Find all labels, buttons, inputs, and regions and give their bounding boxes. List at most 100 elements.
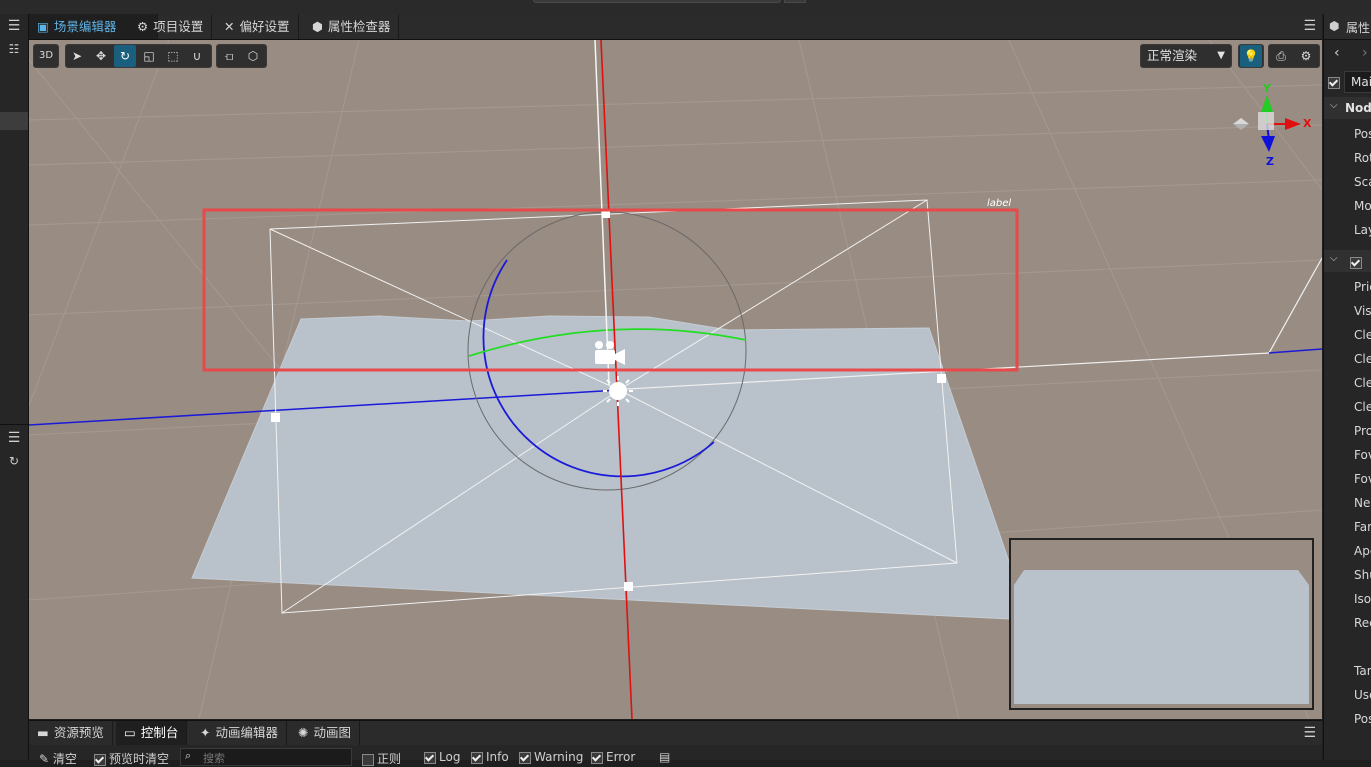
tab-project-settings[interactable]: ⚙ 项目设置 (129, 14, 213, 39)
tab-preferences[interactable]: ✕ 偏好设置 (216, 14, 299, 39)
menu-icon[interactable]: ☰ (1303, 725, 1316, 741)
toggle-3d-button[interactable]: 3D (35, 45, 57, 67)
lighting-toggle-group: 💡 (1238, 44, 1264, 68)
property-postprocess: Pos (1354, 712, 1371, 726)
camera-enabled-checkbox[interactable] (1350, 256, 1362, 269)
node-enabled-checkbox[interactable] (1328, 76, 1340, 89)
camera-section-header[interactable]: ⌵ (1324, 250, 1371, 272)
broom-icon: ✎ (39, 752, 50, 766)
property-clear-color: Cle (1354, 352, 1371, 366)
checkbox[interactable] (471, 751, 483, 764)
log-filter-toggle[interactable]: Log (424, 750, 460, 764)
frustum-handle[interactable] (937, 374, 946, 383)
transform-tools-group: ➤ ✥ ↻ ◱ ⬚ ∪ (65, 44, 212, 68)
property-aperture: Ape (1354, 544, 1371, 558)
snap-tool-icon[interactable]: ∪ (186, 45, 208, 67)
tab-animation-graph[interactable]: ✺ 动画图 (290, 721, 360, 745)
property-far: Far (1354, 520, 1371, 534)
pivot-tools-group: ⟤ ⬡ (216, 44, 267, 68)
property-rotation: Rot (1354, 151, 1371, 165)
camera-icon[interactable]: ⎙ (1270, 45, 1292, 67)
property-layer: Lay (1354, 223, 1371, 237)
title-button[interactable] (784, 0, 806, 3)
property-mobility: Mol (1354, 199, 1371, 213)
scene-canvas[interactable]: label Y X Z (29, 40, 1322, 719)
cube-icon: ⬢ (312, 19, 323, 34)
open-log-icon[interactable]: ▤ (659, 750, 670, 764)
run-icon: ✦ (200, 725, 211, 740)
camera-preview-window[interactable] (1009, 538, 1314, 710)
property-fov-axis: Fov (1354, 448, 1371, 462)
back-arrow-icon[interactable]: ‹ (1334, 45, 1340, 61)
tab-animation-editor[interactable]: ✦ 动画编辑器 (192, 721, 287, 745)
property-clear-flags: Cle (1354, 328, 1371, 342)
menu-icon[interactable]: ☰ (1303, 18, 1316, 34)
property-target-texture: Tarc (1354, 664, 1371, 678)
property-iso: Iso (1354, 592, 1371, 606)
chevron-down-icon: ⌵ (1330, 100, 1338, 111)
property-projection: Pro (1354, 424, 1371, 438)
search-input[interactable]: ⌕ 搜索 (180, 748, 352, 766)
tab-console[interactable]: ▭ 控制台 (116, 721, 188, 745)
z-axis-line (1268, 348, 1322, 354)
title-search-box[interactable] (533, 0, 781, 3)
inspector-tab[interactable]: ⬢ 属性 (1324, 14, 1371, 40)
frustum-edge (1268, 257, 1322, 354)
error-filter-toggle[interactable]: Error (591, 750, 635, 764)
property-clear-stencil: Cle (1354, 400, 1371, 414)
global-pivot-icon[interactable]: ⬡ (242, 45, 264, 67)
checkbox[interactable] (591, 751, 603, 764)
graph-icon: ✺ (298, 725, 309, 740)
gear-icon[interactable]: ⚙ (1295, 45, 1317, 67)
scene-icon: ▣ (37, 19, 49, 34)
svg-text:Y: Y (1262, 82, 1272, 95)
camera-settings-group: ⎙ ⚙ (1268, 44, 1320, 68)
scale-tool-icon[interactable]: ◱ (138, 45, 160, 67)
folder-icon: ▬ (37, 725, 49, 740)
view-mode-group: 3D (33, 44, 59, 68)
regex-toggle[interactable]: 正则 (362, 750, 401, 767)
property-priority: Pric (1354, 280, 1371, 294)
console-toolbar: ✎ 清空 预览时清空 ⌕ 搜索 正则 Log Info Warning Erro… (29, 745, 1322, 766)
frustum-handle[interactable] (624, 582, 633, 591)
svg-text:X: X (1303, 117, 1312, 130)
property-near: Nea (1354, 496, 1371, 510)
node-label-text: label (987, 198, 1011, 209)
render-mode-select[interactable]: 正常渲染 ▼ (1140, 44, 1232, 68)
orientation-gizmo[interactable]: Y X Z (1233, 82, 1312, 168)
inspector-panel: ⬢ 属性 ‹ › Mai ⌵ Node Pos Rot Sca Mol Lay … (1323, 14, 1371, 760)
svg-text:Z: Z (1266, 155, 1274, 168)
frustum-handle[interactable] (271, 413, 280, 422)
left-panel: ☰ ☷ ☰ ↻ (0, 14, 29, 760)
scene-viewport[interactable]: label Y X Z (29, 40, 1322, 719)
left-panel-selected-row[interactable] (0, 112, 28, 130)
move-tool-icon[interactable]: ✥ (90, 45, 112, 67)
rotate-tool-icon[interactable]: ↻ (114, 45, 136, 67)
info-filter-toggle[interactable]: Info (471, 750, 509, 764)
property-use-postprocess: Use (1354, 688, 1371, 702)
property-visibility: Visi (1354, 304, 1371, 318)
checkbox[interactable] (424, 751, 436, 764)
bottom-tab-bar: ▬ 资源预览 ▭ 控制台 ✦ 动画编辑器 ✺ 动画图 ☰ (29, 720, 1322, 746)
local-pivot-icon[interactable]: ⟤ (218, 45, 240, 67)
clear-on-preview-toggle[interactable]: 预览时清空 (94, 750, 169, 767)
warning-filter-toggle[interactable]: Warning (519, 750, 583, 764)
list-icon[interactable]: ☷ (0, 42, 28, 56)
clear-button[interactable]: ✎ 清空 (39, 750, 77, 767)
rect-tool-icon[interactable]: ⬚ (162, 45, 184, 67)
node-name-field[interactable]: Mai (1344, 71, 1371, 93)
checkbox[interactable] (519, 751, 531, 764)
node-section-header[interactable]: ⌵ Node (1324, 97, 1371, 119)
select-tool-icon[interactable]: ➤ (66, 45, 88, 67)
property-scale: Sca (1354, 175, 1371, 189)
tab-inspector[interactable]: ⬢ 属性检查器 (304, 14, 400, 39)
tools-icon: ✕ (224, 19, 235, 34)
refresh-icon[interactable]: ↻ (0, 454, 28, 468)
property-shutter: Shu (1354, 568, 1371, 582)
menu-icon[interactable]: ☰ (0, 430, 28, 446)
tab-asset-preview[interactable]: ▬ 资源预览 (29, 721, 113, 745)
search-icon: ⌕ (185, 749, 192, 762)
menu-icon[interactable]: ☰ (0, 18, 28, 34)
light-bulb-icon[interactable]: 💡 (1240, 45, 1262, 67)
forward-arrow-icon[interactable]: › (1362, 45, 1368, 61)
